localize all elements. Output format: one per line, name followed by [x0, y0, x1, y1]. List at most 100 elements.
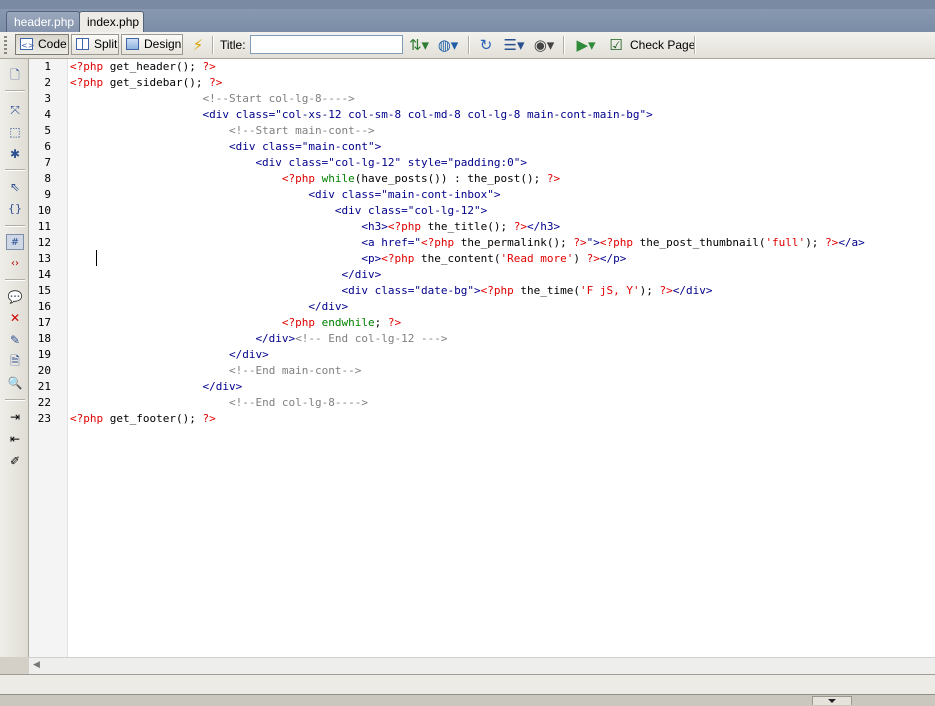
line-number[interactable]: 9	[29, 187, 51, 203]
code-token: ?>	[825, 236, 839, 249]
live-view-icon[interactable]: ⚡	[188, 35, 208, 55]
outdent-code-icon[interactable]: ⇤	[6, 431, 24, 447]
line-number[interactable]: 13	[29, 251, 51, 267]
check-page-icon[interactable]: ☑	[604, 35, 628, 55]
check-page-button[interactable]: Check Page	[630, 36, 695, 54]
remove-comment-icon[interactable]: ✕	[6, 310, 24, 326]
indent-code-icon[interactable]: ⇥	[6, 409, 24, 425]
line-number[interactable]: 3	[29, 91, 51, 107]
expand-panel-button[interactable]	[812, 696, 852, 705]
code-line[interactable]: <?php get_header(); ?>	[70, 59, 216, 75]
horizontal-scrollbar[interactable]: ◀	[29, 657, 935, 674]
format-source-code-icon[interactable]: ✐	[6, 453, 24, 469]
view-options-icon[interactable]: ☰▾	[502, 35, 526, 55]
line-number[interactable]: 15	[29, 283, 51, 299]
line-number[interactable]: 23	[29, 411, 51, 427]
title-input[interactable]	[250, 35, 403, 54]
line-number[interactable]: 2	[29, 75, 51, 91]
code-token: ?>	[387, 316, 402, 329]
browser-preview-icon[interactable]: ◍▾	[436, 35, 460, 55]
code-token: get_header();	[103, 60, 203, 73]
code-line[interactable]: </div><!-- End col-lg-12 --->	[70, 331, 447, 347]
code-line[interactable]: <a href="<?php the_permalink(); ?>"><?ph…	[70, 235, 864, 251]
code-line[interactable]: <!--End main-cont-->	[70, 363, 361, 379]
tab-index-php[interactable]: index.php	[79, 11, 144, 33]
code-line[interactable]: </div>	[70, 299, 348, 315]
code-line[interactable]: <?php endwhile; ?>	[70, 315, 401, 331]
code-line[interactable]: <div class="main-cont-inbox">	[70, 187, 500, 203]
line-number[interactable]: 10	[29, 203, 51, 219]
code-line[interactable]: </div>	[70, 347, 269, 363]
code-token: </div>	[341, 268, 382, 281]
code-token: <h3>	[361, 220, 388, 233]
line-number[interactable]: 19	[29, 347, 51, 363]
line-number[interactable]: 18	[29, 331, 51, 347]
split-view-button[interactable]: Split	[71, 34, 119, 55]
line-number[interactable]: 5	[29, 123, 51, 139]
coding-toolbar: 🗋 ⤧ ⬚ ✱ ⇖ {} # ‹› 💬 ✕ ✎ 🗎 🔍 ⇥ ⇤ ✐	[0, 59, 29, 657]
code-token: </div>	[202, 380, 243, 393]
code-line[interactable]: <div class="col-lg-12" style="padding:0"…	[70, 155, 527, 171]
open-documents-icon[interactable]: 🗋	[6, 67, 24, 83]
code-editor[interactable]: <?php get_header(); ?> <?php get_sidebar(…	[68, 59, 935, 657]
line-number[interactable]: 12	[29, 235, 51, 251]
line-number[interactable]: 22	[29, 395, 51, 411]
code-line[interactable]: </div>	[70, 379, 242, 395]
code-token: <!--End main-cont-->	[228, 364, 362, 377]
line-numbers-icon[interactable]: #	[6, 234, 24, 250]
toolbar-separator	[5, 399, 25, 401]
line-number[interactable]: 14	[29, 267, 51, 283]
design-view-label: Design	[144, 37, 182, 51]
visual-aids-icon[interactable]: ◉▾	[532, 35, 556, 55]
file-management-icon[interactable]: ⇅▾	[407, 35, 431, 55]
code-line[interactable]: <?php get_sidebar(); ?>	[70, 75, 222, 91]
code-line[interactable]: <div class="col-xs-12 col-sm-8 col-md-8 …	[70, 107, 653, 123]
code-line[interactable]: <!--Start main-cont-->	[70, 123, 375, 139]
line-number[interactable]: 7	[29, 155, 51, 171]
code-line[interactable]: <div class="main-cont">	[70, 139, 381, 155]
line-number[interactable]: 8	[29, 171, 51, 187]
code-token: the_permalink();	[454, 236, 574, 249]
line-number[interactable]: 21	[29, 379, 51, 395]
highlight-invalid-code-icon[interactable]: ‹›	[6, 256, 24, 272]
line-number[interactable]: 20	[29, 363, 51, 379]
move-css-icon[interactable]: 🔍	[6, 375, 24, 391]
validate-icon[interactable]: ▶▾	[574, 35, 598, 55]
wrap-tag-icon[interactable]: ✎	[6, 332, 24, 348]
tab-header-php[interactable]: header.php	[6, 11, 80, 32]
recent-snippets-icon[interactable]: 🗎	[6, 353, 24, 369]
apply-comment-icon[interactable]: 💬	[6, 289, 24, 305]
line-number[interactable]: 11	[29, 219, 51, 235]
line-number[interactable]: 6	[29, 139, 51, 155]
code-token: endwhile	[321, 316, 375, 329]
code-line[interactable]: <div class="col-lg-12">	[70, 203, 487, 219]
code-token: ?>	[546, 172, 561, 185]
line-number[interactable]: 1	[29, 59, 51, 75]
code-line[interactable]: <?php get_footer(); ?>	[70, 411, 216, 427]
code-line[interactable]: <?php while(have_posts()) : the_post(); …	[70, 171, 560, 187]
expand-all-icon[interactable]: ✱	[6, 146, 24, 162]
code-line[interactable]: <p><?php the_content('Read more') ?></p>	[70, 251, 626, 267]
code-token: </h3>	[527, 220, 561, 233]
code-token: <div class="col-xs-12 col-sm-8 col-md-8 …	[202, 108, 653, 121]
collapse-full-tag-icon[interactable]: ⤧	[6, 102, 24, 118]
refresh-icon[interactable]: ↻	[476, 35, 496, 55]
collapse-selection-icon[interactable]: ⬚	[6, 124, 24, 140]
scroll-left-icon[interactable]: ◀	[33, 660, 40, 670]
code-line[interactable]: <div class="date-bg"><?php the_time('F j…	[70, 283, 713, 299]
code-line[interactable]: <h3><?php the_title(); ?></h3>	[70, 219, 560, 235]
line-number[interactable]: 17	[29, 315, 51, 331]
line-number[interactable]: 16	[29, 299, 51, 315]
code-line[interactable]: </div>	[70, 267, 382, 283]
line-number[interactable]: 4	[29, 107, 51, 123]
code-line[interactable]: <!--End col-lg-8---->	[70, 395, 368, 411]
code-view-button[interactable]: Code	[15, 34, 69, 55]
code-line[interactable]: <!--Start col-lg-8---->	[70, 91, 354, 107]
toolbar-grip[interactable]	[4, 36, 7, 54]
select-parent-tag-icon[interactable]: ⇖	[6, 179, 24, 195]
balance-braces-icon[interactable]: {}	[6, 201, 24, 217]
code-token: ?>	[659, 284, 673, 297]
design-view-button[interactable]: Design	[121, 34, 183, 55]
